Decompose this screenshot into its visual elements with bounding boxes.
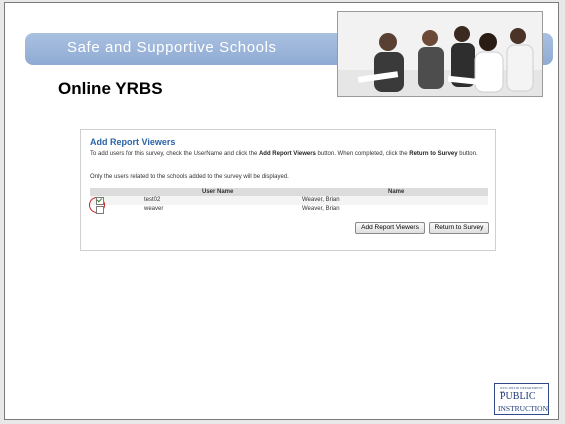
- return-to-survey-button[interactable]: Return to Survey: [429, 222, 489, 234]
- students-photo-graphic: [338, 12, 542, 96]
- users-table: User Name Name test02 Weaver, Brian weav…: [89, 188, 488, 214]
- row-checkbox[interactable]: [96, 197, 104, 205]
- instructions-text-mid: button. When completed, click the: [315, 151, 410, 157]
- row-checkbox[interactable]: [96, 206, 104, 214]
- instructions-text: To add users for this survey, check the …: [90, 151, 259, 157]
- add-report-viewers-button[interactable]: Add Report Viewers: [355, 222, 425, 234]
- slide: Safe and Supportive Schools Online YRBS …: [4, 2, 559, 420]
- row-username: test02: [144, 197, 161, 203]
- dpi-logo: WISCONSIN DEPARTMENT OF PUBLIC INSTRUCTI…: [494, 383, 549, 415]
- column-header-username: User Name: [202, 189, 234, 195]
- slide-subtitle: Online YRBS: [58, 79, 163, 98]
- students-photo: [337, 11, 543, 97]
- table-row[interactable]: test02 Weaver, Brian: [89, 196, 488, 213]
- logo-bottom-text: INSTRUCTION: [498, 404, 548, 413]
- add-report-viewers-panel: Add Report Viewers To add users for this…: [80, 129, 496, 251]
- row-name: Weaver, Brian: [302, 197, 340, 203]
- logo-mid-text: PUBLIC: [500, 391, 536, 402]
- panel-heading: Add Report Viewers: [90, 137, 176, 147]
- panel-note: Only the users related to the schools ad…: [90, 174, 289, 180]
- row-name: Weaver, Brian: [302, 206, 340, 212]
- table-header: User Name Name: [90, 188, 488, 196]
- instructions-bold-add: Add Report Viewers: [258, 151, 316, 157]
- row-username: weaver: [144, 206, 164, 212]
- slide-title: Safe and Supportive Schools: [67, 39, 277, 56]
- table-row[interactable]: weaver Weaver, Brian: [90, 205, 488, 214]
- panel-instructions: To add users for this survey, check the …: [90, 150, 485, 158]
- instructions-bold-return: Return to Survey: [409, 151, 458, 157]
- instructions-text-end: button.: [457, 151, 478, 157]
- column-header-name: Name: [388, 189, 405, 195]
